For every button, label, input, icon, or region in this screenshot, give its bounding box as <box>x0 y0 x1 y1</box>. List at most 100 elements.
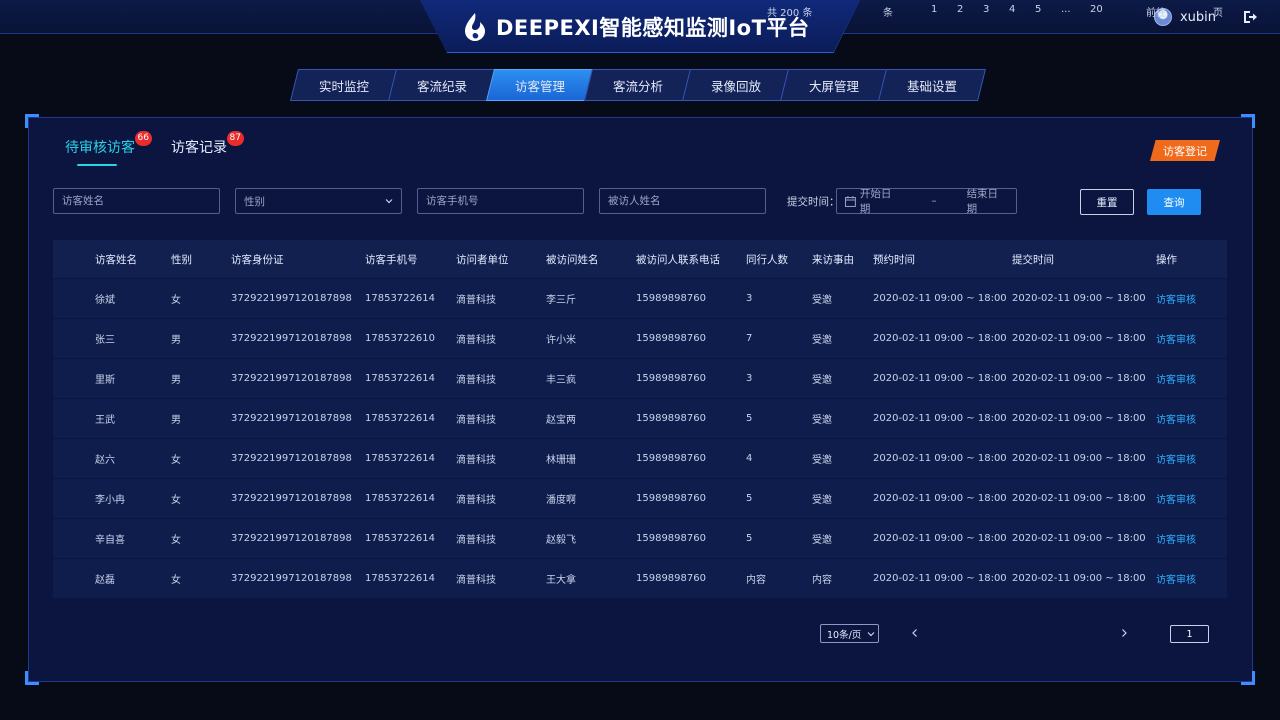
page-number[interactable]: 2 <box>957 4 963 24</box>
count-badge: 87 <box>226 131 244 146</box>
cell-visitee-phone: 15989898760 <box>636 333 706 344</box>
cell-id-card: 372922199712018789​8 <box>231 333 352 344</box>
cell-visitee-name: 李三斤 <box>546 295 576 306</box>
review-visitor-link[interactable]: 访客审核 <box>1156 291 1196 306</box>
cell-company: 滴普科技 <box>456 495 496 506</box>
nav-tab-visitor-management[interactable]: 访客管理 <box>490 69 590 101</box>
nav-tab-video-playback[interactable]: 录像回放 <box>686 69 786 101</box>
flame-logo-icon <box>465 13 485 41</box>
column-header-visitor-name: 访客姓名 <box>95 253 137 266</box>
cell-reason: 受邀 <box>812 455 832 466</box>
goto-suffix: 页 <box>1213 8 1223 19</box>
cell-id-card: 372922199712018789​8 <box>231 493 352 504</box>
next-page-icon[interactable] <box>1120 628 1128 638</box>
page-ellipsis: ... <box>1061 4 1071 15</box>
column-header-phone: 访客手机号 <box>365 253 418 266</box>
logout-icon[interactable] <box>1242 9 1258 25</box>
cell-visitee-phone: 15989898760 <box>636 573 706 584</box>
visitor-name-input[interactable] <box>53 188 220 214</box>
cell-visitee-name: 丰三疯 <box>546 375 576 386</box>
nav-tab-flow-record[interactable]: 客流纪录 <box>392 69 492 101</box>
table-row: 张三 男 372922199712018789​8 17853722610 滴普科技 许小… <box>53 318 1227 358</box>
cell-id-card: 372922199712018789​8 <box>231 533 352 544</box>
subtab-pending-visitors[interactable]: 待审核访客 66 <box>65 131 152 167</box>
cell-submit-time: 2020-02-11 09:00 ~ 18:00 <box>1012 573 1146 584</box>
cell-submit-time: 2020-02-11 09:00 ~ 18:00 <box>1012 453 1146 464</box>
column-header-gender: 性别 <box>171 253 192 266</box>
cell-reason: 受邀 <box>812 335 832 346</box>
submit-time-label: 提交时间： <box>787 196 840 208</box>
cell-submit-time: 2020-02-11 09:00 ~ 18:00 <box>1012 533 1146 544</box>
column-header-company: 访问者单位 <box>456 253 509 266</box>
cell-reason: 内容 <box>812 575 832 586</box>
cell-id-card: 372922199712018789​8 <box>231 413 352 424</box>
cell-companions: 5 <box>746 413 753 424</box>
cell-visitor-name: 徐斌 <box>95 295 115 306</box>
page-number[interactable]: 5 <box>1035 4 1041 24</box>
cell-visitor-name: 里斯 <box>95 375 115 386</box>
cell-appointment-time: 2020-02-11 09:00 ~ 18:00 <box>873 533 1007 544</box>
calendar-icon <box>845 195 856 207</box>
pagination-total: 共 200 条 <box>767 8 813 19</box>
username[interactable]: xubin <box>1180 10 1216 25</box>
cell-companions: 5 <box>746 533 753 544</box>
column-header-action: 操作 <box>1156 253 1177 266</box>
cell-visitee-name: 潘度啊 <box>546 495 576 506</box>
sub-tabs: 待审核访客 66 访客记录 87 <box>65 131 244 167</box>
panel-corner <box>25 114 39 128</box>
cell-visitee-phone: 15989898760 <box>636 493 706 504</box>
review-visitor-link[interactable]: 访客审核 <box>1156 571 1196 586</box>
visitor-phone-input[interactable] <box>417 188 584 214</box>
page-number[interactable]: 3 <box>983 4 989 24</box>
cell-appointment-time: 2020-02-11 09:00 ~ 18:00 <box>873 333 1007 344</box>
reset-button[interactable]: 重置 <box>1080 189 1134 215</box>
goto-page-input[interactable] <box>1170 625 1209 643</box>
cell-appointment-time: 2020-02-11 09:00 ~ 18:00 <box>873 293 1007 304</box>
cell-gender: 女 <box>171 575 181 586</box>
nav-tab-realtime[interactable]: 实时监控 <box>294 69 394 101</box>
cell-companions: 5 <box>746 493 753 504</box>
cell-id-card: 372922199712018789​8 <box>231 373 352 384</box>
main-nav: 实时监控 客流纪录 访客管理 客流分析 录像回放 大屏管理 基础设置 <box>294 69 980 101</box>
column-header-submit-time: 提交时间 <box>1012 253 1054 266</box>
table-row: 李小冉 女 372922199712018789​8 17853722614 滴普科技 潘… <box>53 478 1227 518</box>
cell-companions: 4 <box>746 453 753 464</box>
prev-page-icon[interactable] <box>911 628 919 638</box>
panel-corner <box>1241 671 1255 685</box>
subtab-visitor-records[interactable]: 访客记录 87 <box>171 131 244 167</box>
review-visitor-link[interactable]: 访客审核 <box>1156 491 1196 506</box>
page-size-select[interactable]: 10条/页 <box>820 624 879 643</box>
cell-company: 滴普科技 <box>456 455 496 466</box>
count-badge: 66 <box>134 131 152 146</box>
cell-id-card: 372922199712018789​8 <box>231 453 352 464</box>
nav-tab-flow-analysis[interactable]: 客流分析 <box>588 69 688 101</box>
review-visitor-link[interactable]: 访客审核 <box>1156 331 1196 346</box>
review-visitor-link[interactable]: 访客审核 <box>1156 451 1196 466</box>
column-header-id-card: 访客身份证 <box>231 253 284 266</box>
table-row: 徐斌 女 372922199712018789​8 17853722614 滴普科技 李三… <box>53 278 1227 318</box>
nav-tab-basic-settings[interactable]: 基础设置 <box>882 69 982 101</box>
review-visitor-link[interactable]: 访客审核 <box>1156 411 1196 426</box>
app-title: DEEPEXI智能感知监测IoT平台 <box>462 10 809 44</box>
cell-phone: 17853722614 <box>365 453 435 464</box>
cell-gender: 男 <box>171 375 181 386</box>
page-number[interactable]: 1 <box>931 4 937 24</box>
column-header-appointment-time: 预约时间 <box>873 253 915 266</box>
page-number[interactable]: 4 <box>1009 4 1015 24</box>
cell-visitee-name: 林珊珊 <box>546 455 576 466</box>
page-number[interactable]: 20 <box>1090 4 1103 24</box>
visitee-name-input[interactable] <box>599 188 766 214</box>
cell-company: 滴普科技 <box>456 535 496 546</box>
query-button[interactable]: 查询 <box>1147 189 1201 215</box>
chevron-down-icon <box>385 199 393 204</box>
pagination-unit: 条 <box>883 8 893 19</box>
gender-select[interactable]: 性别 <box>235 188 402 214</box>
cell-reason: 受邀 <box>812 415 832 426</box>
review-visitor-link[interactable]: 访客审核 <box>1156 531 1196 546</box>
review-visitor-link[interactable]: 访客审核 <box>1156 371 1196 386</box>
nav-tab-screen-management[interactable]: 大屏管理 <box>784 69 884 101</box>
date-range-picker[interactable]: 开始日期 – 结束日期 <box>836 188 1017 215</box>
end-date: 结束日期 <box>966 188 999 215</box>
visitor-register-button[interactable]: 访客登记 <box>1150 140 1220 161</box>
table-row: 里斯 男 372922199712018789​8 17853722614 滴普科技 丰三… <box>53 358 1227 398</box>
